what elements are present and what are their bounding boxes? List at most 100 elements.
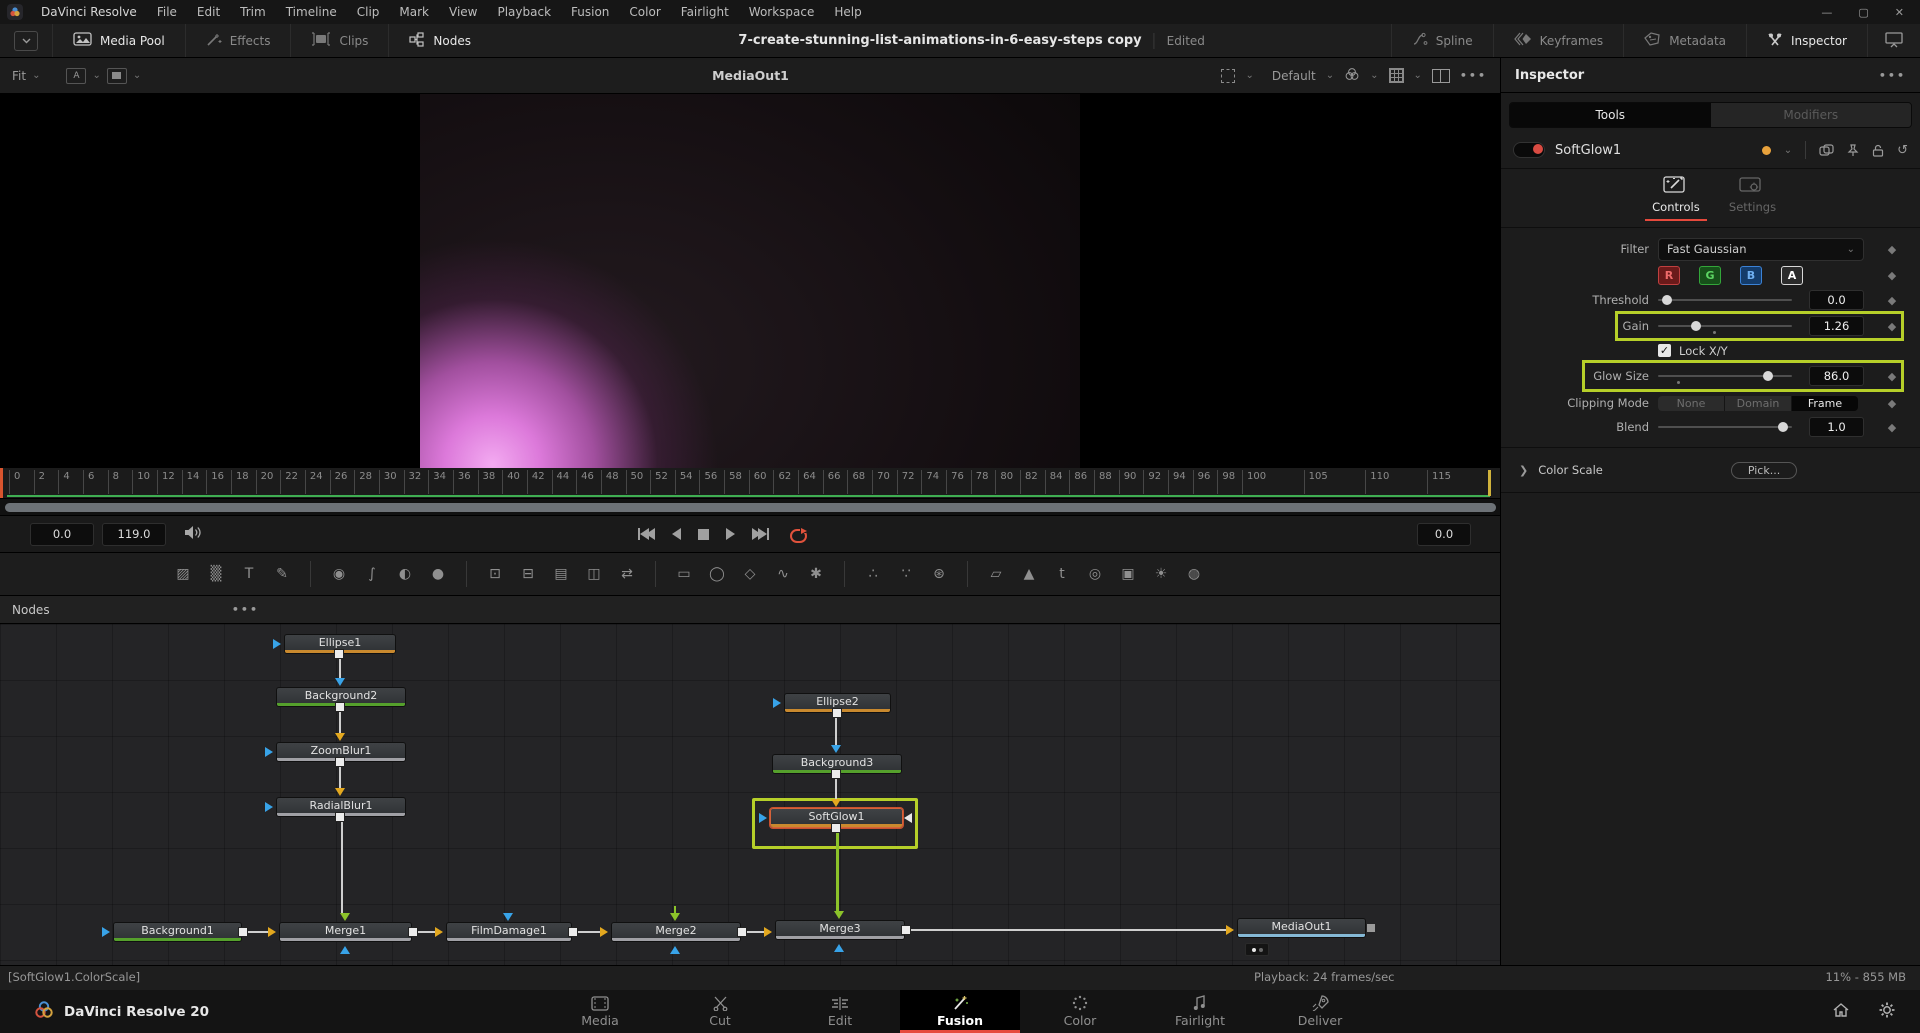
menu-item-workspace[interactable]: Workspace (739, 0, 825, 24)
wand-mask-icon[interactable]: ✱ (803, 562, 829, 586)
play-reverse-button[interactable] (672, 528, 681, 540)
page-tab-color[interactable]: Color (1020, 990, 1140, 1033)
channel-r-button[interactable]: R (1658, 266, 1680, 285)
page-tab-fusion[interactable]: Fusion (900, 990, 1020, 1033)
playhead[interactable] (0, 468, 3, 498)
graph-node-Merge1[interactable]: Merge1 (279, 922, 412, 942)
lock-xy-checkbox[interactable]: ✓ (1658, 344, 1671, 357)
nodes-button[interactable]: Nodes (388, 24, 491, 57)
menu-item-view[interactable]: View (439, 0, 487, 24)
RadialBlur1-output-square[interactable] (335, 812, 345, 822)
renderer-3d-icon[interactable]: ◍ (1181, 562, 1207, 586)
menu-item-file[interactable]: File (147, 0, 187, 24)
tab-tools[interactable]: Tools (1510, 103, 1711, 127)
SoftGlow1-output-square[interactable] (831, 823, 841, 833)
menu-item-playback[interactable]: Playback (487, 0, 561, 24)
glow-size-keyframe-icon[interactable]: ◆ (1864, 370, 1920, 383)
merge-3d-icon[interactable]: ◎ (1082, 562, 1108, 586)
page-tab-cut[interactable]: Cut (660, 990, 780, 1033)
Ellipse1-output-square[interactable] (334, 649, 344, 659)
timeline-ruler[interactable]: 0246810121416182022242628303234363840424… (0, 468, 1501, 499)
p-emitter-icon[interactable]: ∴ (860, 562, 886, 586)
transform-icon[interactable]: ⇄ (614, 562, 640, 586)
clipping-frame-button[interactable]: Frame (1792, 396, 1858, 411)
stop-button[interactable] (698, 529, 709, 540)
clipping-none-button[interactable]: None (1658, 396, 1724, 411)
timeline-scrollbar[interactable] (0, 499, 1501, 516)
roi-button[interactable] (107, 68, 127, 84)
Ellipse1-input-triangle[interactable] (273, 639, 281, 649)
MediaOut1-output-square[interactable] (1367, 924, 1375, 932)
media-pool-button[interactable]: Media Pool (52, 24, 185, 57)
ZoomBlur1-input-triangle[interactable] (265, 747, 273, 757)
channel-g-button[interactable]: G (1699, 266, 1721, 285)
node-color-dot-icon[interactable] (1762, 146, 1771, 155)
Merge1-mask-input-triangle[interactable] (340, 946, 350, 954)
page-tab-fairlight[interactable]: Fairlight (1140, 990, 1260, 1033)
tab-modifiers[interactable]: Modifiers (1711, 103, 1912, 127)
FilmDamage1-output-square[interactable] (568, 927, 578, 937)
audio-mute-icon[interactable] (184, 525, 202, 544)
camera-3d-icon[interactable]: ▣ (1115, 562, 1141, 586)
MediaOut1-thumbnail-badge[interactable] (1245, 943, 1269, 956)
dual-viewer-icon[interactable] (1432, 69, 1450, 83)
Merge3-mask-input-triangle[interactable] (834, 944, 844, 952)
menu-item-edit[interactable]: Edit (187, 0, 230, 24)
channels-keyframe-icon[interactable]: ◆ (1864, 269, 1920, 282)
Background1-input-triangle[interactable] (102, 927, 110, 937)
loop-button[interactable] (790, 528, 805, 541)
node-enable-toggle[interactable] (1513, 142, 1545, 158)
current-frame-field[interactable]: 0.0 (30, 523, 94, 546)
ellipse-mask-icon[interactable]: ◯ (704, 562, 730, 586)
p-render-icon[interactable]: ⊛ (926, 562, 952, 586)
graph-node-Background1[interactable]: Background1 (113, 922, 242, 942)
SoftGlow1-secondary-input-triangle[interactable] (904, 813, 912, 823)
home-icon[interactable] (1832, 1002, 1850, 1022)
menu-item-fusion[interactable]: Fusion (561, 0, 619, 24)
polygon-mask-icon[interactable]: ◇ (737, 562, 763, 586)
node-color-chevron-icon[interactable]: ⌄ (1784, 145, 1792, 156)
paint-icon[interactable]: ✎ (269, 562, 295, 586)
Merge1-output-square[interactable] (408, 927, 418, 937)
grid-view-icon[interactable] (1389, 68, 1404, 83)
image-plane-3d-icon[interactable]: ▱ (983, 562, 1009, 586)
brightness-contrast-icon[interactable]: ◐ (392, 562, 418, 586)
guides-icon[interactable] (1221, 69, 1235, 83)
panel-toggle-icon[interactable] (1867, 24, 1920, 57)
rectangle-mask-icon[interactable]: ▭ (671, 562, 697, 586)
saver-icon[interactable]: ⊟ (515, 562, 541, 586)
duration-field[interactable]: 119.0 (102, 523, 166, 546)
color-controls-icon[interactable] (1344, 67, 1360, 84)
merge-icon[interactable]: ◫ (581, 562, 607, 586)
RadialBlur1-input-triangle[interactable] (265, 802, 273, 812)
clipping-keyframe-icon[interactable]: ◆ (1864, 397, 1920, 410)
node-graph[interactable]: Ellipse1Background2ZoomBlur1RadialBlur1E… (0, 624, 1501, 966)
Background2-output-square[interactable] (335, 702, 345, 712)
shape-3d-icon[interactable]: ▲ (1016, 562, 1042, 586)
clipping-domain-button[interactable]: Domain (1725, 396, 1791, 411)
graph-node-Merge2[interactable]: Merge2 (611, 922, 741, 942)
versions-icon[interactable] (1819, 144, 1834, 156)
window-minimize-button[interactable]: — (1821, 6, 1832, 19)
scrollbar-thumb[interactable] (5, 503, 1496, 512)
nodes-options-icon[interactable]: ••• (232, 603, 259, 616)
zoom-select[interactable]: Fit (12, 69, 26, 83)
pin-icon[interactable] (1847, 144, 1859, 157)
viewer-options-icon[interactable]: ••• (1460, 69, 1487, 82)
effects-button[interactable]: Effects (185, 24, 291, 57)
loader-icon[interactable]: ⊡ (482, 562, 508, 586)
channel-display-button[interactable]: A (66, 68, 86, 84)
glow-size-value-field[interactable]: 86.0 (1809, 366, 1864, 386)
keyframes-button[interactable]: Keyframes (1493, 24, 1624, 57)
blur-icon[interactable]: ● (425, 562, 451, 586)
Merge3-output-square[interactable] (901, 925, 911, 935)
lut-select[interactable]: Default (1264, 69, 1316, 83)
viewer-canvas[interactable] (0, 94, 1501, 468)
graph-node-FilmDamage1[interactable]: FilmDamage1 (446, 922, 572, 942)
Ellipse2-output-square[interactable] (832, 708, 842, 718)
bspline-mask-icon[interactable]: ∿ (770, 562, 796, 586)
settings-gear-icon[interactable] (1878, 1001, 1896, 1023)
Merge2-mask-input-triangle[interactable] (670, 946, 680, 954)
Merge2-output-square[interactable] (737, 927, 747, 937)
reset-icon[interactable]: ↺ (1897, 143, 1908, 158)
